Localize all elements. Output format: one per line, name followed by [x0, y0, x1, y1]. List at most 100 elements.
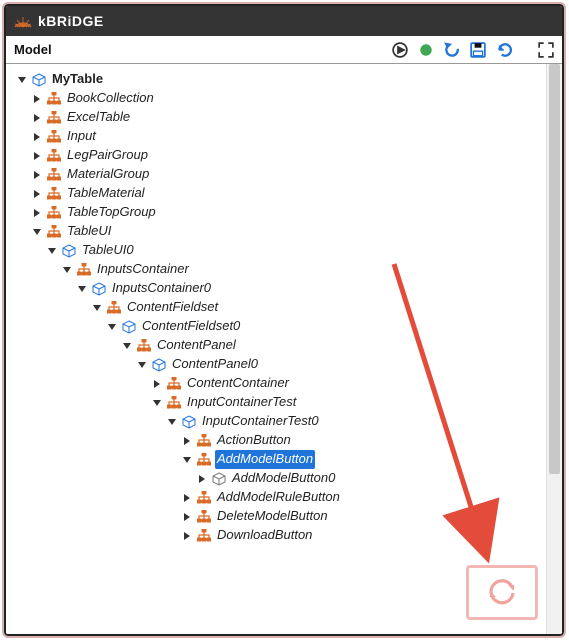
tree-row[interactable]: InputsContainer [12, 260, 558, 279]
tree-row[interactable]: ActionButton [12, 431, 558, 450]
tree-node-label: ContentPanel0 [170, 355, 260, 374]
tree-row[interactable]: TableUI0 [12, 241, 558, 260]
tree-row[interactable]: TableUI [12, 222, 558, 241]
sitemap-icon [136, 338, 151, 353]
sitemap-icon [196, 490, 211, 505]
save-icon[interactable] [470, 42, 486, 58]
sitemap-icon [76, 262, 91, 277]
tree-node-label: ExcelTable [65, 108, 132, 127]
tree-row[interactable]: ContentFieldset [12, 298, 558, 317]
chevron-down-icon[interactable] [121, 340, 133, 352]
chevron-down-icon[interactable] [16, 74, 28, 86]
tree-node-label: TableUI0 [80, 241, 136, 260]
tree-row[interactable]: AddModelButton [12, 450, 558, 469]
tree-row[interactable]: ContentContainer [12, 374, 558, 393]
chevron-down-icon[interactable] [181, 454, 193, 466]
tree-row[interactable]: ContentPanel0 [12, 355, 558, 374]
sitemap-icon [46, 186, 61, 201]
chevron-down-icon[interactable] [61, 264, 73, 276]
chevron-down-icon[interactable] [106, 321, 118, 333]
sitemap-icon [196, 509, 211, 524]
tree-row[interactable]: InputContainerTest0 [12, 412, 558, 431]
tree-row[interactable]: DownloadButton [12, 526, 558, 545]
cube-icon [121, 319, 136, 334]
chevron-right-icon[interactable] [31, 169, 43, 181]
tree-row[interactable]: ExcelTable [12, 108, 558, 127]
expand-icon[interactable] [538, 42, 554, 58]
panel-title: Model [14, 42, 52, 57]
sitemap-icon [46, 167, 61, 182]
tree-node-label: ActionButton [215, 431, 293, 450]
app-logo: kBRiDGE [14, 13, 104, 29]
chevron-right-icon[interactable] [31, 150, 43, 162]
chevron-right-icon[interactable] [31, 131, 43, 143]
tree-row[interactable]: InputContainerTest [12, 393, 558, 412]
tree-row[interactable]: ContentFieldset0 [12, 317, 558, 336]
chevron-right-icon[interactable] [196, 473, 208, 485]
chevron-down-icon[interactable] [31, 226, 43, 238]
tree-row[interactable]: InputsContainer0 [12, 279, 558, 298]
sitemap-icon [166, 395, 181, 410]
play-icon[interactable] [392, 42, 408, 58]
chevron-down-icon[interactable] [91, 302, 103, 314]
tree-node-label: AddModelButton0 [230, 469, 337, 488]
sitemap-icon [46, 110, 61, 125]
chevron-right-icon[interactable] [151, 378, 163, 390]
tree-node-label: InputsContainer0 [110, 279, 213, 298]
chevron-right-icon[interactable] [181, 511, 193, 523]
tree-row[interactable]: MyTable [12, 70, 558, 89]
sitemap-icon [46, 148, 61, 163]
chevron-down-icon[interactable] [166, 416, 178, 428]
tree-node-label: MyTable [50, 70, 105, 89]
cube-icon [61, 243, 76, 258]
chevron-down-icon[interactable] [136, 359, 148, 371]
sitemap-icon [196, 433, 211, 448]
sitemap-icon [46, 224, 61, 239]
tree-node-label: DownloadButton [215, 526, 314, 545]
vertical-scrollbar[interactable] [546, 64, 562, 634]
tree-row[interactable]: AddModelRuleButton [12, 488, 558, 507]
tree-row[interactable]: LegPairGroup [12, 146, 558, 165]
tree-node-label: Input [65, 127, 98, 146]
chevron-right-icon[interactable] [31, 93, 43, 105]
sitemap-icon [196, 528, 211, 543]
chevron-right-icon[interactable] [31, 207, 43, 219]
tree-node-label: TableTopGroup [65, 203, 158, 222]
model-toolbar [392, 42, 554, 58]
tree-row[interactable]: AddModelButton0 [12, 469, 558, 488]
scrollbar-thumb[interactable] [549, 64, 560, 474]
tree-node-label: ContentPanel [155, 336, 238, 355]
chevron-down-icon[interactable] [46, 245, 58, 257]
tree-node-label: InputContainerTest0 [200, 412, 321, 431]
chevron-down-icon[interactable] [151, 397, 163, 409]
chevron-right-icon[interactable] [31, 112, 43, 124]
chevron-right-icon[interactable] [181, 492, 193, 504]
tree-node-label: TableMaterial [65, 184, 147, 203]
tree-row[interactable]: BookCollection [12, 89, 558, 108]
sitemap-icon [106, 300, 121, 315]
brand-bridge: BRiDGE [46, 13, 103, 29]
chevron-right-icon[interactable] [181, 530, 193, 542]
annotation-highlight-box [466, 565, 538, 620]
tree-row[interactable]: MaterialGroup [12, 165, 558, 184]
tree-node-label: LegPairGroup [65, 146, 150, 165]
tree-row[interactable]: DeleteModelButton [12, 507, 558, 526]
chevron-right-icon[interactable] [31, 188, 43, 200]
tree-node-label: BookCollection [65, 89, 156, 108]
tree-panel: MyTable BookCollection ExcelTable Input … [6, 64, 562, 634]
chevron-right-icon[interactable] [181, 435, 193, 447]
refresh-icon[interactable] [496, 42, 512, 58]
sitemap-icon [166, 376, 181, 391]
chevron-down-icon[interactable] [76, 283, 88, 295]
tree-row[interactable]: TableMaterial [12, 184, 558, 203]
tree-node-label: TableUI [65, 222, 113, 241]
model-tree[interactable]: MyTable BookCollection ExcelTable Input … [6, 64, 562, 551]
sitemap-icon [46, 205, 61, 220]
tree-row[interactable]: TableTopGroup [12, 203, 558, 222]
titlebar: kBRiDGE [6, 6, 562, 36]
tree-row[interactable]: Input [12, 127, 558, 146]
sitemap-icon [46, 91, 61, 106]
tree-row[interactable]: ContentPanel [12, 336, 558, 355]
cube-icon [211, 471, 226, 486]
undo-icon[interactable] [444, 42, 460, 58]
